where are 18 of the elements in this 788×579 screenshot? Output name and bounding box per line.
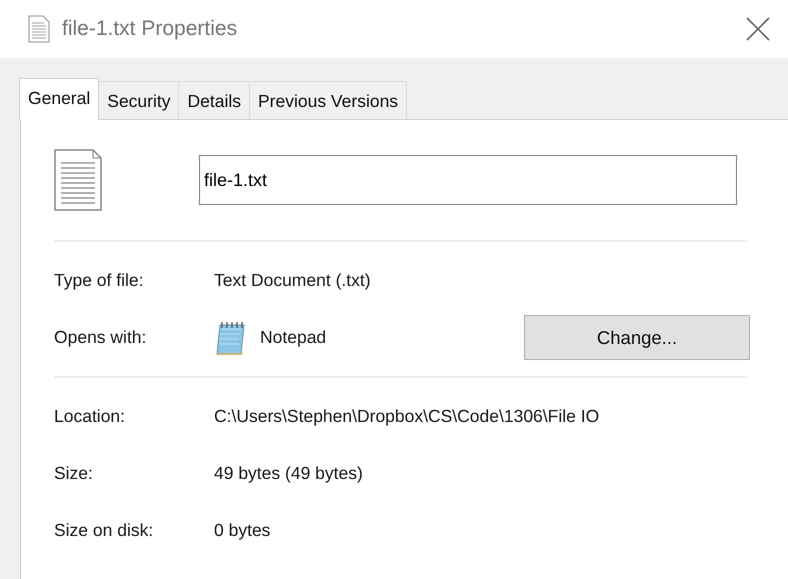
field-label: Type of file:: [54, 269, 144, 292]
file-name-field[interactable]: file-1.txt: [199, 155, 737, 205]
change-button[interactable]: Change...: [524, 315, 750, 360]
field-label: Opens with:: [54, 326, 148, 350]
field-value: C:\Users\Stephen\Dropbox\CS\Code\1306\File IO: [214, 405, 600, 428]
field-value: Text Document (.txt): [214, 269, 371, 292]
field-value: 49 bytes (49 bytes): [214, 462, 363, 486]
field-label: Size on disk:: [54, 519, 154, 542]
document-icon: [28, 15, 50, 43]
field-value: 0 bytes: [214, 519, 270, 542]
tab[interactable]: General: [19, 78, 100, 120]
window-title: file-1.txt Properties: [62, 16, 238, 42]
tab[interactable]: Previous Versions: [248, 81, 408, 119]
field-label: Size:: [54, 462, 94, 486]
field-label: Location:: [54, 405, 126, 428]
document-icon: [54, 149, 102, 211]
app-name: Notepad: [260, 326, 326, 350]
close-icon: [745, 16, 771, 42]
